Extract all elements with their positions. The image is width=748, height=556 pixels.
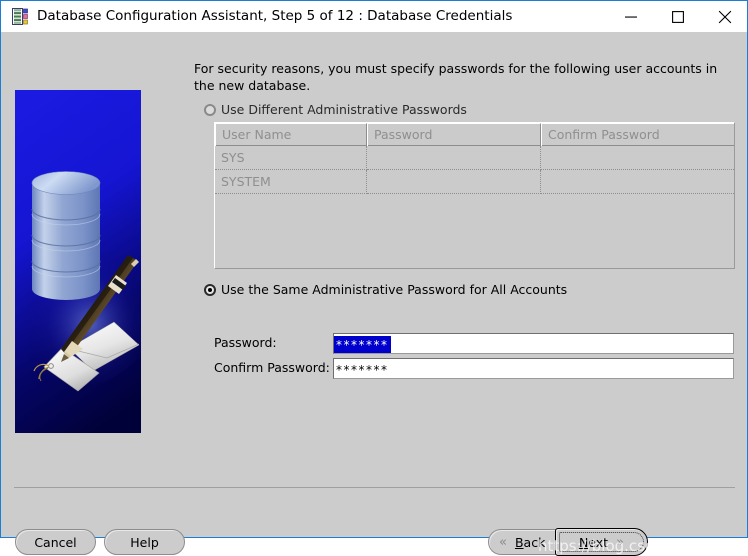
cell-password[interactable] xyxy=(367,170,541,194)
confirm-password-input[interactable]: ******* xyxy=(333,358,734,379)
next-button-label: Next xyxy=(578,534,609,550)
footer-divider xyxy=(14,487,735,488)
intro-text: For security reasons, you must specify p… xyxy=(194,61,718,93)
database-assistant-icon xyxy=(12,8,29,25)
window-title: Database Configuration Assistant, Step 5… xyxy=(37,8,513,24)
dbca-window: Database Configuration Assistant, Step 5… xyxy=(0,0,748,556)
credentials-table[interactable]: User Name Password Confirm Password SYS … xyxy=(214,122,735,269)
cancel-button[interactable]: Cancel xyxy=(15,529,96,555)
maximize-icon xyxy=(672,10,684,23)
back-button-label: Back xyxy=(514,534,546,550)
radio-use-same-password[interactable]: Use the Same Administrative Password for… xyxy=(204,282,567,297)
column-header-confirm-password[interactable]: Confirm Password xyxy=(541,123,734,146)
cell-user-name[interactable]: SYSTEM xyxy=(215,170,367,194)
table-row[interactable]: SYS xyxy=(215,146,734,170)
confirm-password-input-value: ******* xyxy=(336,363,389,377)
title-bar: Database Configuration Assistant, Step 5… xyxy=(1,1,747,32)
close-button[interactable] xyxy=(702,1,748,32)
chevron-right-double-icon: » xyxy=(616,534,625,550)
password-input-value: ******* xyxy=(334,336,391,353)
client-area: For security reasons, you must specify p… xyxy=(1,32,748,556)
minimize-button[interactable] xyxy=(608,1,654,32)
password-input[interactable]: ******* xyxy=(333,333,734,354)
table-body: SYS SYSTEM xyxy=(215,146,734,194)
radio-use-different-passwords-label: Use Different Administrative Passwords xyxy=(221,102,467,117)
cell-confirm-password[interactable] xyxy=(541,146,734,170)
maximize-button[interactable] xyxy=(655,1,701,32)
navigation-button-group: « Back Next » xyxy=(488,528,648,556)
cell-user-name[interactable]: SYS xyxy=(215,146,367,170)
help-button[interactable]: Help xyxy=(104,529,185,555)
cell-confirm-password[interactable] xyxy=(541,170,734,194)
radio-use-different-passwords[interactable]: Use Different Administrative Passwords xyxy=(204,102,467,117)
column-header-user-name[interactable]: User Name xyxy=(215,123,367,146)
chevron-left-double-icon: « xyxy=(499,534,507,550)
cancel-button-label: Cancel xyxy=(34,534,77,550)
column-header-password[interactable]: Password xyxy=(367,123,541,146)
next-button[interactable]: Next » xyxy=(555,528,648,556)
radio-unselected-icon xyxy=(204,103,216,116)
help-button-label: Help xyxy=(130,534,159,550)
cell-password[interactable] xyxy=(367,146,541,170)
minimize-icon xyxy=(625,16,637,18)
radio-use-same-password-label: Use the Same Administrative Password for… xyxy=(221,282,568,297)
close-icon xyxy=(718,10,732,23)
password-label: Password: xyxy=(214,335,277,350)
radio-selected-icon xyxy=(204,283,216,296)
confirm-password-label: Confirm Password: xyxy=(214,360,330,375)
table-header-row: User Name Password Confirm Password xyxy=(215,123,734,146)
database-credentials-illustration xyxy=(15,90,141,433)
table-row[interactable]: SYSTEM xyxy=(215,170,734,194)
